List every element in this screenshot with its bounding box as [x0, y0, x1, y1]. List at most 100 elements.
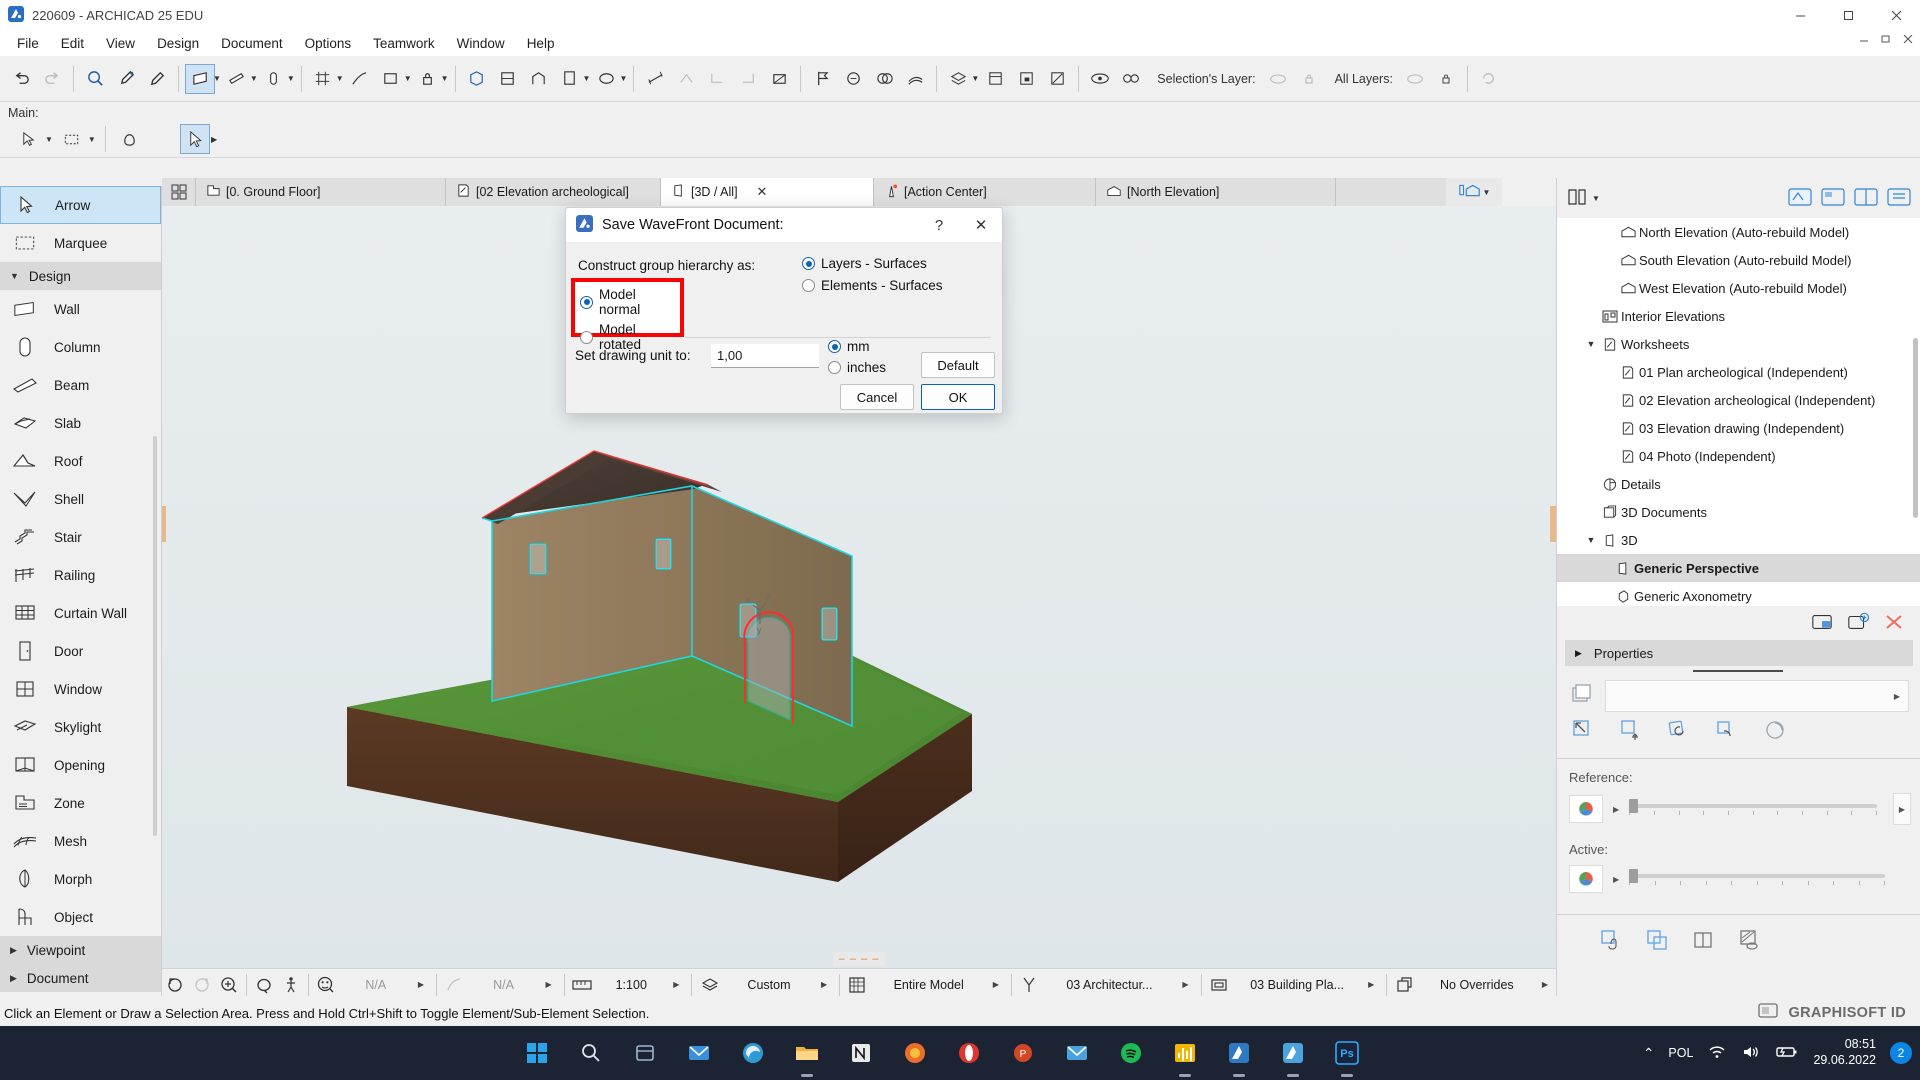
project-map-icon[interactable]: [1787, 186, 1813, 211]
fill-tool-icon[interactable]: [376, 64, 406, 94]
refresh-view-icon[interactable]: [1474, 64, 1504, 94]
drawing-unit-input[interactable]: 1,00: [711, 344, 819, 368]
mail-icon[interactable]: [682, 1036, 716, 1070]
layer-settings-icon[interactable]: [980, 64, 1010, 94]
undo-icon[interactable]: [6, 64, 36, 94]
doc-minimize-icon[interactable]: [1858, 33, 1870, 48]
marquee-small-icon[interactable]: [57, 124, 87, 154]
volume-icon[interactable]: [1741, 1044, 1761, 1063]
navigator-scrollbar[interactable]: [1913, 338, 1918, 518]
file-explorer-icon[interactable]: [790, 1036, 824, 1077]
tool-window[interactable]: Window: [0, 670, 161, 708]
tool-railing[interactable]: Railing: [0, 556, 161, 594]
tool-wall[interactable]: Wall: [0, 290, 161, 328]
menu-view[interactable]: View: [95, 33, 146, 54]
maximize-button[interactable]: [1824, 0, 1872, 30]
tool-object[interactable]: Object: [0, 898, 161, 936]
all-layers-hide-icon[interactable]: [1400, 64, 1430, 94]
viewport-left-handle[interactable]: [162, 506, 166, 542]
menu-design[interactable]: Design: [146, 33, 210, 54]
tool-mesh[interactable]: Mesh: [0, 822, 161, 860]
tree-item-03-elevation-drawing[interactable]: 03 Elevation drawing (Independent): [1557, 414, 1920, 442]
grid-tool-dropdown-caret[interactable]: ▼: [336, 74, 344, 83]
dialog-close-button[interactable]: ✕: [960, 208, 1002, 242]
wall-tool-icon[interactable]: [185, 63, 215, 94]
tool-morph[interactable]: Morph: [0, 860, 161, 898]
syringe-icon[interactable]: [142, 64, 172, 94]
selection-layer-hide-icon[interactable]: [1263, 64, 1293, 94]
tool-roof[interactable]: Roof: [0, 442, 161, 480]
edge-browser-icon[interactable]: [736, 1036, 770, 1070]
zoom-back-icon[interactable]: [162, 971, 189, 999]
ellipse-tool-icon[interactable]: [591, 64, 621, 94]
pen-tool-icon[interactable]: [345, 64, 375, 94]
mesh-toolbar-icon[interactable]: [900, 64, 930, 94]
marquee-dropdown-caret[interactable]: ▼: [88, 135, 96, 144]
move-icon[interactable]: [1619, 718, 1643, 745]
orbit-icon[interactable]: [251, 971, 278, 999]
select-dropdown-caret[interactable]: ▼: [45, 135, 53, 144]
tool-zone[interactable]: Zone: [0, 784, 161, 822]
reference-color-wheel-icon[interactable]: [1569, 795, 1603, 823]
new-view-icon[interactable]: [1847, 612, 1870, 635]
model-view-icon[interactable]: [844, 971, 871, 999]
radio-elements-surfaces[interactable]: Elements - Surfaces: [802, 278, 986, 293]
wall-tool-dropdown-caret[interactable]: ▼: [213, 74, 221, 83]
firefox-icon[interactable]: [898, 1036, 932, 1070]
publisher-sets-icon[interactable]: [1886, 186, 1912, 211]
layer-lock-icon[interactable]: [1011, 64, 1041, 94]
select-arrow-small-icon[interactable]: [14, 124, 44, 154]
powerpoint-icon[interactable]: P: [1006, 1036, 1040, 1070]
3d-doc-dropdown-caret[interactable]: ▼: [583, 74, 591, 83]
lock-icon[interactable]: [413, 64, 443, 94]
elevation-toolbar-icon[interactable]: [524, 64, 554, 94]
default-button[interactable]: Default: [921, 352, 995, 378]
wifi-icon[interactable]: [1707, 1044, 1727, 1063]
elevation-toolbar-blue-icon[interactable]: [1458, 182, 1482, 203]
menu-file[interactable]: File: [6, 33, 50, 54]
tree-item-3d[interactable]: ▼ 3D: [1557, 526, 1920, 554]
menu-teamwork[interactable]: Teamwork: [362, 33, 446, 54]
tool-shell[interactable]: Shell: [0, 480, 161, 518]
layers-dropdown-caret[interactable]: ▼: [971, 74, 979, 83]
radio-model-rotated-indicator[interactable]: [580, 330, 593, 344]
morph-toolbar-icon[interactable]: [869, 64, 899, 94]
status-model-view-caret[interactable]: ▶: [993, 980, 999, 989]
tree-item-interior-elevations[interactable]: Interior Elevations: [1557, 302, 1920, 330]
status-pen-set-caret[interactable]: ▶: [821, 980, 827, 989]
doc-restore-icon[interactable]: [1880, 33, 1892, 48]
audacity-icon[interactable]: [1168, 1036, 1202, 1077]
tree-item-01-plan-archeological[interactable]: 01 Plan archeological (Independent): [1557, 358, 1920, 386]
trace-fill-icon[interactable]: [1737, 928, 1761, 955]
trace-reference-icon[interactable]: [1116, 64, 1146, 94]
navigator-project-map-icon[interactable]: [1565, 186, 1589, 211]
selection-layer-lock-icon[interactable]: [1294, 64, 1324, 94]
status-layer-combo-value[interactable]: 03 Building Pla...: [1232, 978, 1362, 992]
search-icon[interactable]: [574, 1036, 608, 1070]
tab-north-elevation[interactable]: [North Elevation]: [1096, 178, 1336, 206]
status-renovation-caret[interactable]: ▶: [1182, 980, 1188, 989]
tabbar-dropdown-caret[interactable]: ▼: [1483, 188, 1491, 197]
tab-overview-grid-icon[interactable]: [162, 178, 196, 206]
tree-item-details[interactable]: Details: [1557, 470, 1920, 498]
drag-trace-icon[interactable]: [1599, 928, 1623, 955]
active-color-wheel-icon[interactable]: [1569, 865, 1603, 893]
graphisoft-id-area[interactable]: GRAPHISOFT ID: [1556, 1000, 1920, 1026]
tool-marquee[interactable]: Marquee: [0, 224, 161, 262]
refresh-icon[interactable]: [1763, 718, 1787, 745]
delete-view-icon[interactable]: [1883, 612, 1905, 635]
reference-expand-button[interactable]: ▶: [1893, 793, 1911, 825]
zoom-forward-icon[interactable]: [189, 971, 216, 999]
radial-dimension-icon[interactable]: [733, 64, 763, 94]
section-icon[interactable]: [493, 64, 523, 94]
tree-item-3d-documents[interactable]: 3D Documents: [1557, 498, 1920, 526]
ellipse-dropdown-caret[interactable]: ▼: [619, 74, 627, 83]
3d-navigation-icon[interactable]: [313, 971, 340, 999]
menu-document[interactable]: Document: [210, 33, 294, 54]
chevron-down-icon[interactable]: ▼: [1583, 339, 1599, 349]
active-slider[interactable]: [1629, 868, 1885, 885]
radio-inches-indicator[interactable]: [828, 361, 841, 374]
opera-icon[interactable]: [952, 1036, 986, 1070]
reference-slider-thumb[interactable]: [1629, 798, 1639, 813]
column-tool-dropdown-caret[interactable]: ▼: [287, 74, 295, 83]
